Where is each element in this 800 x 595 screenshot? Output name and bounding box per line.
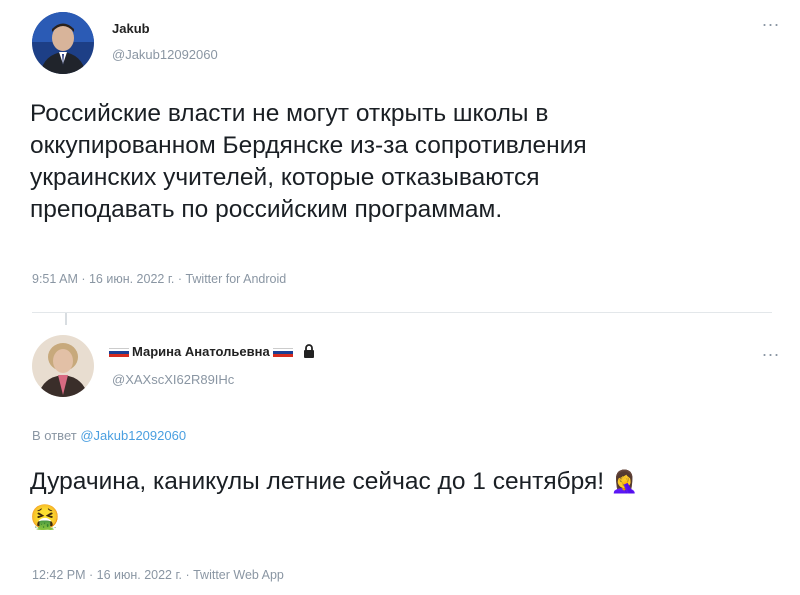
lock-icon: [304, 344, 315, 358]
tweet-text: Российские власти не могут открыть школы…: [30, 98, 770, 226]
avatar-jakub[interactable]: [32, 12, 94, 74]
tweet-timestamp[interactable]: 12:42 PM · 16 июн. 2022 г. · Twitter Web…: [32, 568, 284, 582]
tweet-text-line: украинских учителей, которые отказываютс…: [30, 164, 540, 191]
more-icon[interactable]: ...: [762, 340, 780, 361]
thread-line: [65, 313, 67, 325]
vomit-emoji: 🤮: [30, 504, 60, 531]
author-handle[interactable]: @XAXscXI62R89IHc: [112, 372, 234, 387]
avatar-marina[interactable]: [32, 335, 94, 397]
author-name-row: Марина Анатольевна: [106, 344, 315, 359]
reply-prefix: В ответ: [32, 428, 77, 443]
author-handle[interactable]: @Jakub12092060: [112, 47, 218, 62]
russian-flag-icon: [272, 348, 293, 358]
reply-handle-link[interactable]: @Jakub12092060: [80, 428, 186, 443]
more-icon[interactable]: ...: [762, 10, 780, 31]
tweet-timestamp[interactable]: 9:51 AM · 16 июн. 2022 г. · Twitter for …: [32, 272, 286, 286]
avatar-marina-icon: [32, 335, 94, 397]
tweet-text-line: оккупированном Бердянске из-за сопротивл…: [30, 132, 587, 159]
divider: [32, 312, 772, 313]
tweet-text: Дурачина, каникулы летние сейчас до 1 се…: [30, 466, 790, 498]
reply-to: В ответ @Jakub12092060: [32, 428, 186, 443]
author-name[interactable]: Марина Анатольевна: [132, 344, 270, 359]
tweet-text-line: Российские власти не могут открыть школы…: [30, 100, 549, 127]
author-name[interactable]: Jakub: [112, 21, 150, 36]
facepalm-emoji: 🤦‍♀️: [610, 469, 639, 494]
russian-flag-icon: [109, 348, 129, 358]
tweet-text-line: Дурачина, каникулы летние сейчас до 1 се…: [30, 468, 605, 495]
tweet-text-line: преподавать по российским программам.: [30, 196, 503, 223]
avatar-jakub-icon: [32, 12, 94, 74]
